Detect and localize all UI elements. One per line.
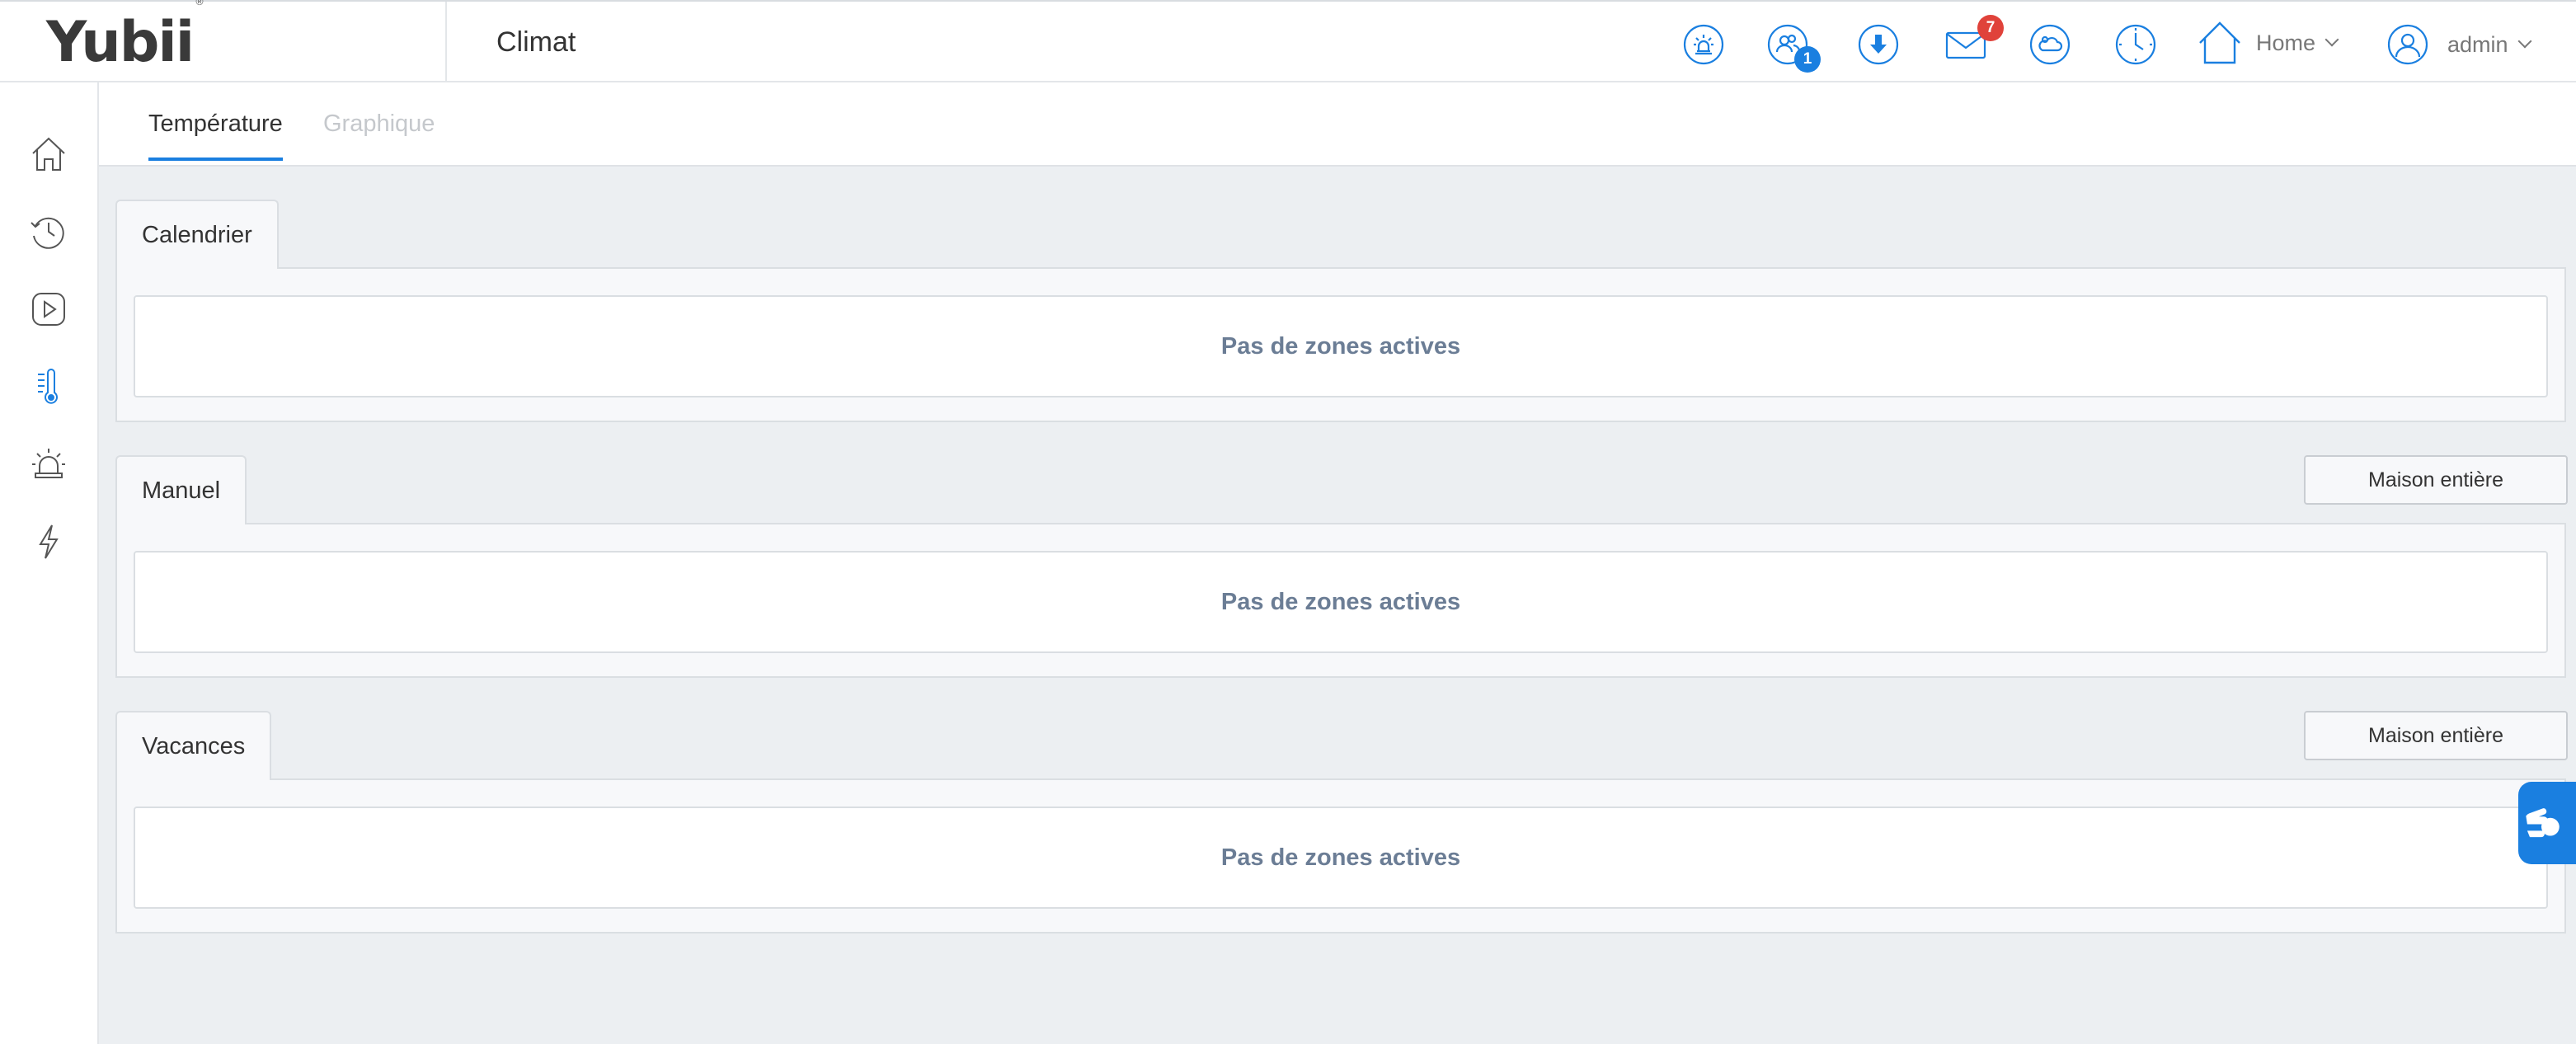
tab-temperature[interactable]: Température: [148, 111, 283, 161]
sidebar-item-media[interactable]: [28, 289, 69, 330]
brand-logo[interactable]: Yubii®: [46, 0, 204, 75]
sidebar: [0, 82, 99, 1044]
energy-icon: [39, 524, 59, 559]
user-label: admin: [2447, 31, 2508, 57]
sidebar-item-energy[interactable]: [28, 521, 69, 562]
home-label: Home: [2256, 30, 2316, 55]
clock-icon[interactable]: [2114, 23, 2157, 66]
empty-zones-message: Pas de zones actives: [134, 551, 2548, 653]
weather-icon[interactable]: [2028, 23, 2071, 66]
play-icon: [32, 293, 65, 326]
hand-pointer-icon: [2526, 808, 2560, 838]
scenes-clock-icon: [31, 217, 64, 249]
whole-house-button[interactable]: Maison entière: [2304, 711, 2568, 760]
sidebar-item-climate[interactable]: [28, 366, 69, 407]
home-icon: [32, 137, 65, 171]
mail-badge: 7: [1977, 15, 2004, 41]
home-selector[interactable]: Home: [2197, 20, 2339, 66]
empty-zones-message: Pas de zones actives: [134, 295, 2548, 397]
alarm-icon[interactable]: [1682, 23, 1725, 66]
top-header: Yubii® Climat 1 7 Home admin: [0, 0, 2576, 82]
section-tab-vacances: Vacances: [115, 711, 272, 780]
mail-icon[interactable]: 7: [1943, 15, 2004, 66]
chevron-down-icon: [2517, 34, 2532, 49]
tab-graphique[interactable]: Graphique: [323, 111, 435, 158]
whole-house-button[interactable]: Maison entière: [2304, 455, 2568, 505]
sidebar-item-scenes[interactable]: [28, 211, 69, 252]
section-body: Pas de zones actives: [115, 267, 2566, 422]
user-icon: [2387, 24, 2428, 65]
help-widget-button[interactable]: [2518, 782, 2576, 864]
empty-zones-message: Pas de zones actives: [134, 807, 2548, 909]
users-badge: 1: [1794, 46, 1821, 73]
users-icon[interactable]: 1: [1766, 23, 1821, 73]
chevron-down-icon: [2325, 32, 2339, 47]
alarm-icon: [32, 449, 65, 478]
sidebar-item-alarm[interactable]: [28, 444, 69, 485]
user-menu[interactable]: admin: [2386, 23, 2532, 66]
section-body: Pas de zones actives: [115, 523, 2566, 678]
section-body: Pas de zones actives: [115, 778, 2566, 933]
thermometer-icon: [38, 369, 58, 404]
home-icon: [2199, 21, 2240, 64]
tab-bar: Température Graphique: [99, 82, 2576, 167]
section-tab-calendrier: Calendrier: [115, 200, 279, 269]
logo-area[interactable]: Yubii®: [0, 0, 447, 82]
page-title: Climat: [496, 26, 576, 58]
sidebar-item-home[interactable]: [28, 134, 69, 175]
section-tab-manuel: Manuel: [115, 455, 247, 524]
download-icon[interactable]: [1857, 23, 1900, 66]
